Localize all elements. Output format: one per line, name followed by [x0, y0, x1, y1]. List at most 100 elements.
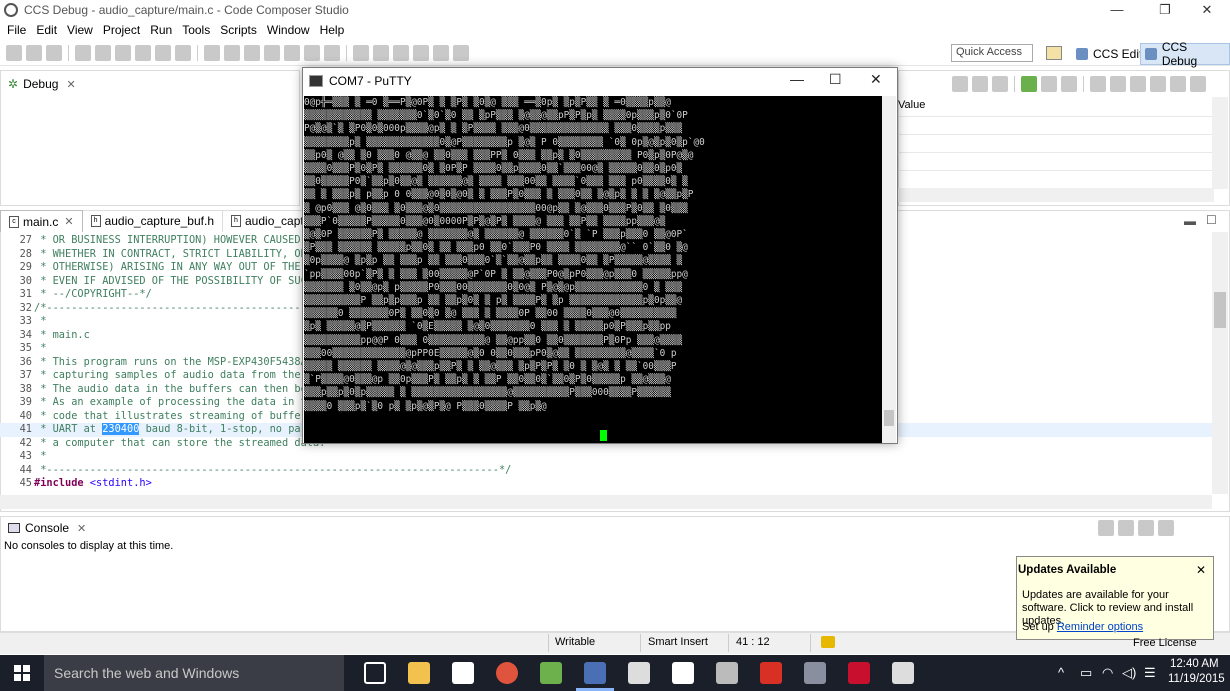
tools-app-icon[interactable] — [716, 662, 738, 684]
close-icon[interactable]: ✕ — [64, 215, 73, 228]
show-hidden-icons[interactable]: ^ — [1058, 665, 1064, 680]
connect-icon[interactable] — [244, 44, 260, 61]
editor-minimize-icon[interactable]: ▬ — [1184, 214, 1196, 228]
editor-scroll-thumb[interactable] — [1214, 292, 1226, 328]
step-over-icon[interactable] — [155, 44, 171, 61]
ccs-taskbar-icon[interactable] — [584, 662, 606, 684]
build-icon[interactable] — [324, 44, 340, 61]
volume-icon[interactable]: ◁) — [1122, 665, 1136, 681]
editor-tab-main-c[interactable]: c main.c ✕ — [0, 210, 83, 232]
open-view-icon[interactable] — [393, 44, 409, 61]
editor-vertical-scrollbar[interactable] — [1212, 232, 1228, 494]
notepad-icon[interactable] — [540, 662, 562, 684]
puzzle-app-icon[interactable] — [672, 662, 694, 684]
save-icon[interactable] — [26, 44, 42, 61]
display-console-icon[interactable] — [1118, 520, 1134, 536]
load-program-icon[interactable] — [284, 44, 300, 61]
terminate-icon[interactable] — [115, 44, 131, 61]
close-icon[interactable]: ✕ — [77, 522, 86, 535]
breakpoint-icon[interactable] — [264, 44, 280, 61]
step-into-icon[interactable] — [135, 44, 151, 61]
refresh-icon[interactable] — [1130, 76, 1146, 92]
file-explorer-icon[interactable] — [408, 662, 430, 684]
wrench-icon[interactable] — [453, 44, 469, 61]
wifi-icon[interactable]: ◠ — [1102, 665, 1113, 681]
close-icon[interactable]: ✕ — [1184, 0, 1230, 20]
taskbar-search[interactable]: Search the web and Windows — [44, 655, 344, 691]
editor-horizontal-scrollbar[interactable] — [0, 495, 1212, 509]
new-icon[interactable] — [6, 44, 22, 61]
forward-icon[interactable] — [373, 44, 389, 61]
close-icon[interactable]: ✕ — [870, 71, 882, 88]
collapse-icon[interactable] — [952, 76, 968, 92]
cube-app-icon[interactable] — [628, 662, 650, 684]
minimize-view-icon[interactable] — [1170, 76, 1186, 92]
remove-all-icon[interactable] — [1061, 76, 1077, 92]
save-all-icon[interactable] — [46, 44, 62, 61]
export-icon[interactable] — [1110, 76, 1126, 92]
bug-app-icon[interactable] — [760, 662, 782, 684]
tab-console[interactable]: Console ✕ — [2, 517, 92, 539]
minimize-icon[interactable]: — — [790, 71, 804, 87]
suspend-icon[interactable] — [95, 44, 111, 61]
cube-app-icon[interactable] — [892, 662, 914, 684]
expand-icon[interactable] — [972, 76, 988, 92]
back-icon[interactable] — [353, 44, 369, 61]
debug-icon[interactable] — [304, 44, 320, 61]
perspective-ccs-edit[interactable]: CCS Edit — [1072, 44, 1146, 64]
step-return-icon[interactable] — [175, 44, 191, 61]
variables-vertical-scrollbar[interactable] — [1212, 97, 1228, 189]
task-view-icon[interactable] — [364, 662, 386, 684]
updates-icon[interactable] — [821, 636, 835, 648]
notifications-icon[interactable]: ☰ — [1144, 665, 1156, 681]
settings-icon[interactable] — [433, 44, 449, 61]
editor-maximize-icon[interactable]: ☐ — [1206, 213, 1217, 227]
minus-icon[interactable] — [992, 76, 1008, 92]
taskbar-time[interactable]: 12:40 AM — [1170, 658, 1219, 670]
restore-icon[interactable]: ❐ — [1142, 0, 1188, 20]
open-console-icon[interactable] — [1138, 520, 1154, 536]
perspective-ccs-debug[interactable]: CCS Debug — [1140, 40, 1230, 68]
menu-file[interactable]: File — [2, 23, 31, 37]
menu-scripts[interactable]: Scripts — [215, 23, 262, 37]
minimize-icon[interactable]: — — [1094, 0, 1140, 20]
close-icon[interactable]: ✕ — [66, 78, 75, 91]
putty-scroll-thumb[interactable] — [884, 410, 894, 426]
menu-window[interactable]: Window — [262, 23, 315, 37]
menu-project[interactable]: Project — [98, 23, 145, 37]
network-icon[interactable]: ▭ — [1080, 665, 1092, 681]
menu-edit[interactable]: Edit — [31, 23, 62, 37]
menu-run[interactable]: Run — [145, 23, 177, 37]
view-menu-icon[interactable] — [1150, 76, 1166, 92]
resume-icon[interactable] — [75, 44, 91, 61]
search-icon[interactable] — [413, 44, 429, 61]
pdf-reader-icon[interactable] — [848, 662, 870, 684]
reminder-options-link[interactable]: Reminder options — [1057, 621, 1143, 633]
menu-help[interactable]: Help — [315, 23, 350, 37]
menu-view[interactable]: View — [62, 23, 98, 37]
maximize-icon[interactable]: ☐ — [829, 71, 842, 88]
putty-terminal[interactable]: 0@p╬═▒▒▒ ▒ ═0 ▒══P▒@0P▒ ▒ ▒P▒ ▒0▒@ ▒▒▒ ═… — [304, 96, 882, 443]
generic-app-icon[interactable] — [804, 662, 826, 684]
chrome-icon[interactable] — [496, 662, 518, 684]
start-button[interactable] — [0, 655, 44, 691]
variables-horizontal-scrollbar[interactable] — [898, 188, 1214, 202]
view-menu-icon[interactable] — [1158, 520, 1174, 536]
reset-icon[interactable] — [224, 44, 240, 61]
editor-tab-audio-capture-buf-h[interactable]: h audio_capture_buf.h — [83, 210, 223, 232]
remove-icon[interactable] — [1041, 76, 1057, 92]
restart-icon[interactable] — [204, 44, 220, 61]
tab-debug[interactable]: ✲ Debug ✕ — [2, 73, 82, 95]
taskbar-date[interactable]: 11/19/2015 — [1168, 673, 1225, 685]
h-file-icon: h — [231, 215, 241, 227]
import-icon[interactable] — [1090, 76, 1106, 92]
quick-access-field[interactable]: Quick Access — [951, 44, 1033, 62]
menu-tools[interactable]: Tools — [177, 23, 215, 37]
store-icon[interactable] — [452, 662, 474, 684]
maximize-view-icon[interactable] — [1190, 76, 1206, 92]
close-icon[interactable]: ✕ — [1196, 563, 1206, 577]
open-perspective-icon[interactable] — [1046, 46, 1062, 60]
pin-console-icon[interactable] — [1098, 520, 1114, 536]
add-icon[interactable] — [1021, 76, 1037, 92]
putty-scrollbar[interactable] — [882, 96, 896, 443]
